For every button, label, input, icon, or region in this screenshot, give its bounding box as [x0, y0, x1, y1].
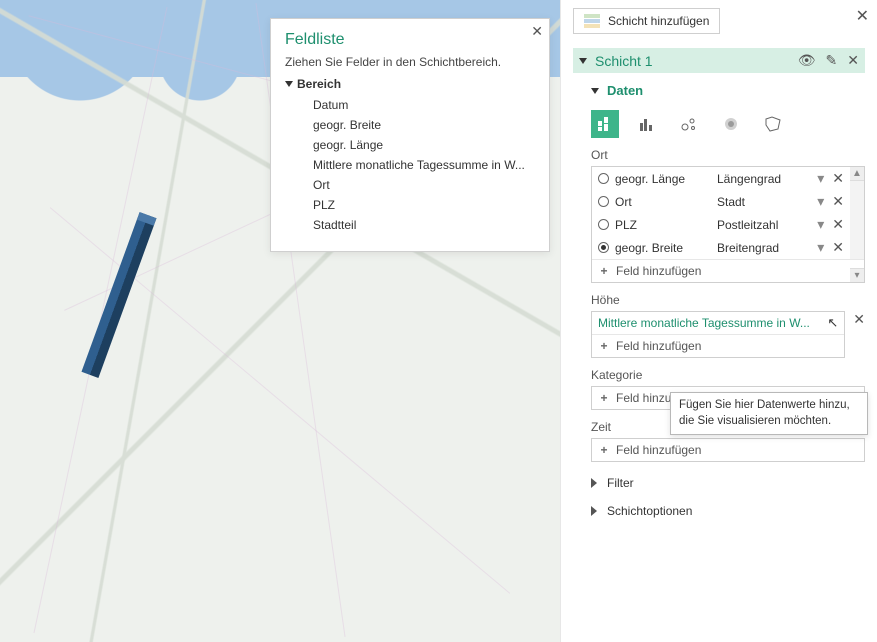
- viz-heatmap-button[interactable]: [717, 110, 745, 138]
- remove-icon[interactable]: ✕: [853, 311, 865, 328]
- fieldlist-root[interactable]: Bereich: [285, 77, 535, 91]
- fieldlist-item[interactable]: Datum: [285, 95, 535, 115]
- fieldlist-item[interactable]: geogr. Länge: [285, 135, 535, 155]
- viz-region-button[interactable]: [759, 110, 787, 138]
- location-type: Postleitzahl: [717, 218, 809, 232]
- remove-icon[interactable]: ✕: [832, 239, 844, 256]
- plus-icon: +: [598, 391, 610, 405]
- radio-icon[interactable]: [598, 173, 609, 184]
- remove-icon[interactable]: ✕: [832, 216, 844, 233]
- section-title-kategorie: Kategorie: [591, 368, 865, 382]
- data-section-header[interactable]: Daten: [573, 83, 865, 98]
- location-row[interactable]: PLZ Postleitzahl ▾ ✕: [592, 213, 850, 236]
- location-field-name: geogr. Länge: [615, 172, 711, 186]
- dropdown-icon[interactable]: ▾: [815, 193, 826, 210]
- layer-options-expander[interactable]: Schichtoptionen: [591, 504, 865, 518]
- visibility-icon[interactable]: 👁: [798, 52, 816, 69]
- scroll-up-icon[interactable]: ▲: [850, 167, 864, 181]
- add-layer-button[interactable]: Schicht hinzufügen: [573, 8, 720, 34]
- filter-expander[interactable]: Filter: [591, 476, 865, 490]
- fieldlist-item[interactable]: PLZ: [285, 195, 535, 215]
- plus-icon: +: [598, 339, 610, 353]
- close-icon[interactable]: ✕: [531, 23, 543, 40]
- fieldlist-title: Feldliste: [285, 31, 535, 49]
- chevron-right-icon: [591, 506, 597, 516]
- add-field-label: Feld hinzufügen: [616, 339, 701, 353]
- fieldlist-item[interactable]: Mittlere monatliche Tagessumme in W...: [285, 155, 535, 175]
- scroll-down-icon[interactable]: ▾: [850, 268, 864, 282]
- section-title-hoehe: Höhe: [591, 293, 865, 307]
- add-field-hoehe[interactable]: + Feld hinzufügen: [592, 334, 844, 357]
- viz-clustered-column-button[interactable]: [633, 110, 661, 138]
- dropdown-icon[interactable]: ▾: [815, 239, 826, 256]
- fieldlist-item[interactable]: geogr. Breite: [285, 115, 535, 135]
- section-title-ort: Ort: [591, 148, 865, 162]
- fieldlist-item[interactable]: Stadtteil: [285, 215, 535, 235]
- height-field-pill[interactable]: Mittlere monatliche Tagessumme in W... ↖: [592, 312, 844, 334]
- add-field-zeit[interactable]: + Feld hinzufügen: [592, 439, 864, 461]
- tooltip: Fügen Sie hier Datenwerte hinzu, die Sie…: [670, 392, 868, 435]
- location-field-name: PLZ: [615, 218, 711, 232]
- layer-header[interactable]: Schicht 1 👁 ✎ ✕: [573, 48, 865, 73]
- viz-bubble-button[interactable]: [675, 110, 703, 138]
- layers-icon: [584, 14, 600, 28]
- radio-icon[interactable]: [598, 242, 609, 253]
- location-row[interactable]: geogr. Breite Breitengrad ▾ ✕: [592, 236, 850, 259]
- viz-type-group: [591, 110, 865, 138]
- add-field-label: Feld hinzufügen: [616, 443, 701, 457]
- location-field-name: Ort: [615, 195, 711, 209]
- height-fields-box: Mittlere monatliche Tagessumme in W... ↖…: [591, 311, 845, 358]
- fieldlist-popup: ✕ Feldliste Ziehen Sie Felder in den Sch…: [270, 18, 550, 252]
- add-field-ort[interactable]: + Feld hinzufügen: [592, 259, 864, 282]
- time-fields-box: + Feld hinzufügen: [591, 438, 865, 462]
- edit-icon[interactable]: ✎: [826, 52, 838, 69]
- remove-icon[interactable]: ✕: [832, 170, 844, 187]
- chevron-down-icon: [579, 58, 587, 64]
- fieldlist-item[interactable]: Ort: [285, 175, 535, 195]
- location-type: Breitengrad: [717, 241, 809, 255]
- add-layer-label: Schicht hinzufügen: [608, 14, 709, 28]
- fieldlist-tree: Bereich Datum geogr. Breite geogr. Länge…: [285, 77, 535, 235]
- dropdown-icon[interactable]: ▾: [815, 216, 826, 233]
- fieldlist-subtitle: Ziehen Sie Felder in den Schichtbereich.: [285, 55, 535, 69]
- plus-icon: +: [598, 443, 610, 457]
- location-fields-box: ▲ geogr. Länge Längengrad ▾ ✕ Ort Stadt …: [591, 166, 865, 283]
- filter-label: Filter: [607, 476, 634, 490]
- add-field-label: Feld hinzufügen: [616, 264, 701, 278]
- location-row[interactable]: Ort Stadt ▾ ✕: [592, 190, 850, 213]
- location-type: Längengrad: [717, 172, 809, 186]
- location-type: Stadt: [717, 195, 809, 209]
- location-row[interactable]: geogr. Länge Längengrad ▾ ✕: [592, 167, 850, 190]
- dropdown-icon[interactable]: ▾: [815, 170, 826, 187]
- remove-icon[interactable]: ✕: [832, 193, 844, 210]
- layer-options-label: Schichtoptionen: [607, 504, 692, 518]
- chevron-down-icon: [285, 81, 293, 87]
- viz-stacked-column-button[interactable]: [591, 110, 619, 138]
- chevron-right-icon: [591, 478, 597, 488]
- data-section-label: Daten: [607, 83, 643, 98]
- chevron-down-icon: [591, 88, 599, 94]
- radio-icon[interactable]: [598, 196, 609, 207]
- plus-icon: +: [598, 264, 610, 278]
- layer-name: Schicht 1: [595, 53, 790, 69]
- close-icon[interactable]: ✕: [856, 6, 869, 26]
- delete-icon[interactable]: ✕: [847, 52, 859, 69]
- layer-panel: ✕ Schicht hinzufügen Schicht 1 👁 ✎ ✕ Dat…: [560, 0, 877, 642]
- cursor-icon: ↖: [827, 315, 838, 331]
- height-field-value: Mittlere monatliche Tagessumme in W...: [598, 316, 821, 330]
- location-field-name: geogr. Breite: [615, 241, 711, 255]
- fieldlist-root-label: Bereich: [297, 77, 341, 91]
- radio-icon[interactable]: [598, 219, 609, 230]
